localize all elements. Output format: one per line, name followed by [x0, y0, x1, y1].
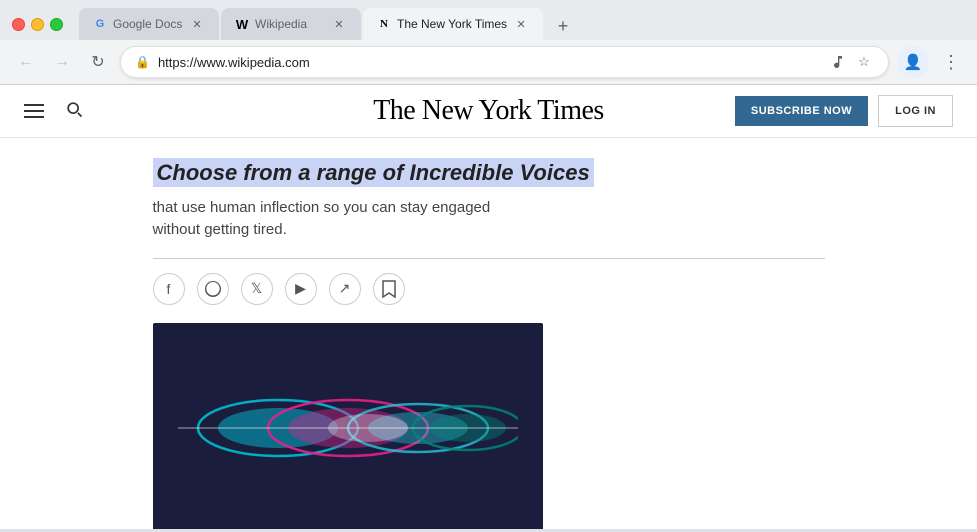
close-traffic-light[interactable]	[12, 18, 25, 31]
wikipedia-favicon: W	[235, 17, 249, 31]
address-bar-icons: ☆	[828, 52, 874, 72]
new-tab-button[interactable]: +	[549, 12, 577, 40]
title-bar: G Google Docs ✕ W Wikipedia ✕ N The New …	[0, 0, 977, 40]
search-button[interactable]	[64, 99, 84, 124]
nyt-favicon: N	[377, 17, 391, 31]
log-in-button[interactable]: LOG IN	[878, 95, 953, 127]
lock-icon: 🔒	[135, 55, 150, 69]
hamburger-menu-button[interactable]	[24, 104, 44, 118]
reload-button[interactable]: ↻	[84, 48, 112, 76]
youtube-share-button[interactable]: ▶	[285, 273, 317, 305]
account-icon[interactable]: 👤	[897, 46, 929, 78]
nyt-nav-left	[24, 99, 84, 124]
tab-nyt-label: The New York Times	[397, 17, 507, 31]
tab-google-docs-close[interactable]: ✕	[189, 16, 205, 32]
forward-share-button[interactable]: ↗	[329, 273, 361, 305]
voice-wave-visualization	[178, 388, 518, 468]
bookmark-button[interactable]	[373, 273, 405, 305]
twitter-share-button[interactable]: 𝕏	[241, 273, 273, 305]
back-button[interactable]: ←	[12, 48, 40, 76]
webpage-content: The New York Times SUBSCRIBE NOW LOG IN …	[0, 85, 977, 529]
music-note-icon[interactable]	[828, 52, 848, 72]
tab-wikipedia-close[interactable]: ✕	[331, 16, 347, 32]
tab-wikipedia-label: Wikipedia	[255, 17, 325, 31]
article-headline: Choose from a range of Incredible Voices	[153, 158, 594, 187]
address-bar-row: ← → ↻ 🔒 https://www.wikipedia.com ☆ 👤 ⋮	[0, 40, 977, 84]
tab-bar: G Google Docs ✕ W Wikipedia ✕ N The New …	[79, 8, 965, 40]
tab-wikipedia[interactable]: W Wikipedia ✕	[221, 8, 361, 40]
article-divider	[153, 258, 825, 259]
browser-menu-button[interactable]: ⋮	[937, 48, 965, 76]
article-subtext: that use human inflection so you can sta…	[153, 197, 825, 242]
maximize-traffic-light[interactable]	[50, 18, 63, 31]
article-content: Choose from a range of Incredible Voices…	[129, 138, 849, 529]
nyt-logo-text: The New York Times	[373, 95, 604, 126]
tab-google-docs-label: Google Docs	[113, 17, 183, 31]
whatsapp-share-button[interactable]	[197, 273, 229, 305]
nyt-actions: SUBSCRIBE NOW LOG IN	[735, 95, 953, 127]
tab-nyt[interactable]: N The New York Times ✕	[363, 8, 543, 40]
traffic-lights	[12, 18, 63, 31]
social-share-bar: f 𝕏 ▶ ↗	[153, 273, 825, 305]
article-image	[153, 323, 543, 529]
tab-google-docs[interactable]: G Google Docs ✕	[79, 8, 219, 40]
minimize-traffic-light[interactable]	[31, 18, 44, 31]
facebook-share-button[interactable]: f	[153, 273, 185, 305]
article-headline-wrapper: Choose from a range of Incredible Voices	[153, 158, 825, 189]
nyt-logo: The New York Times	[373, 95, 604, 127]
forward-button[interactable]: →	[48, 48, 76, 76]
browser-chrome: G Google Docs ✕ W Wikipedia ✕ N The New …	[0, 0, 977, 85]
tab-nyt-close[interactable]: ✕	[513, 16, 529, 32]
address-bar[interactable]: 🔒 https://www.wikipedia.com ☆	[120, 46, 889, 78]
google-docs-favicon: G	[93, 17, 107, 31]
nyt-header: The New York Times SUBSCRIBE NOW LOG IN	[0, 85, 977, 138]
url-text: https://www.wikipedia.com	[158, 55, 820, 70]
subscribe-now-button[interactable]: SUBSCRIBE NOW	[735, 96, 868, 126]
star-icon[interactable]: ☆	[854, 52, 874, 72]
